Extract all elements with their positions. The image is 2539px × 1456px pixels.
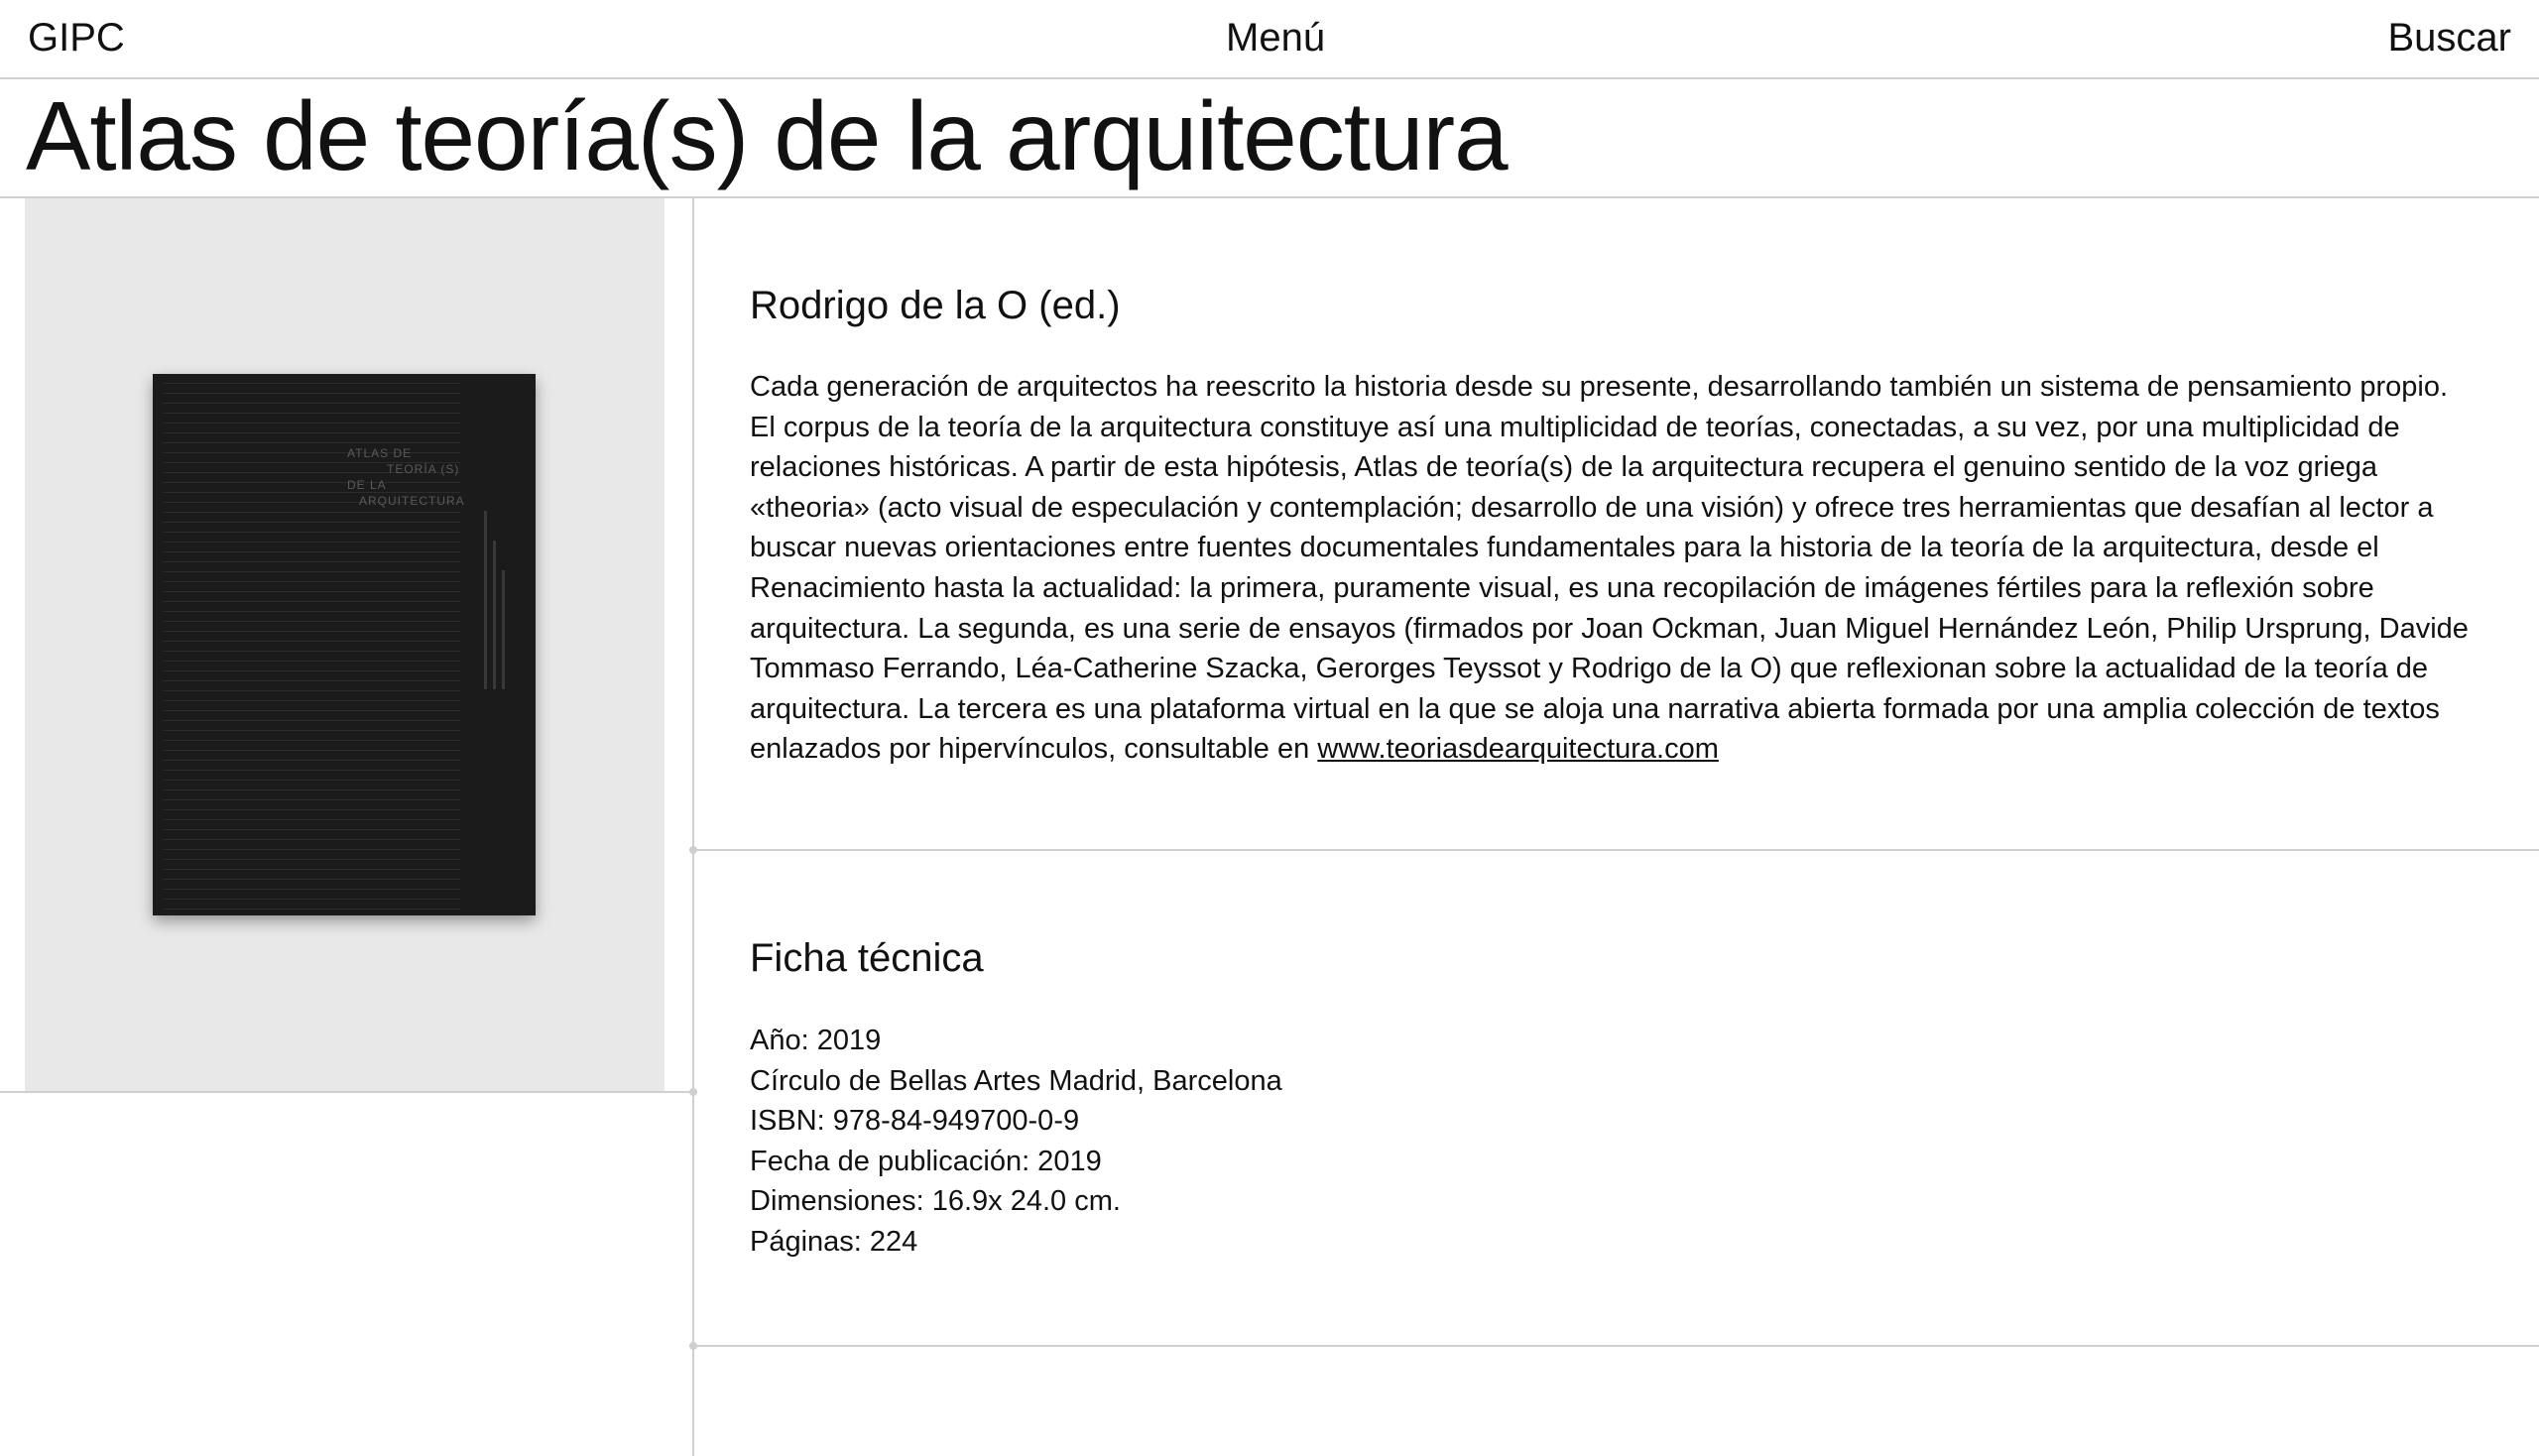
website-link[interactable]: www.teoriasdearquitectura.com (1317, 733, 1719, 765)
spec-publication-date: Fecha de publicación: 2019 (750, 1145, 1102, 1177)
site-logo-link[interactable]: GIPC (28, 14, 125, 61)
page-title: Atlas de teoría(s) de la arquitectura (26, 81, 1509, 190)
book-author: Rodrigo de la O (ed.) (750, 284, 1121, 327)
cover-title-line: TEORÍA (S) (387, 462, 460, 476)
spec-list: Año: 2019 Círculo de Bellas Artes Madrid… (750, 1021, 1282, 1263)
spec-dimensions: Dimensiones: 16.9x 24.0 cm. (750, 1185, 1121, 1218)
spec-year: Año: 2019 (750, 1025, 882, 1056)
spec-publisher: Círculo de Bellas Artes Madrid, Barcelon… (750, 1064, 1282, 1097)
cover-title-line: DE LA (347, 478, 387, 492)
ficha-tecnica-title: Ficha técnica (750, 936, 984, 980)
search-button[interactable]: Buscar (2388, 14, 2512, 61)
cover-title: ATLAS DE TEORÍA (S) DE LA ARQUITECTURA (347, 445, 466, 509)
header-divider (0, 77, 2539, 79)
book-description: Cada generación de arquitectos ha reescr… (750, 367, 2476, 770)
ficha-divider (692, 1345, 2539, 1347)
grid-node (689, 1088, 697, 1096)
grid-node (689, 846, 697, 854)
column-divider (692, 198, 694, 1456)
cover-vertical-text (478, 491, 518, 689)
cover-title-line: ARQUITECTURA (359, 494, 465, 508)
book-cover-panel: ATLAS DE TEORÍA (S) DE LA ARQUITECTURA (25, 198, 665, 1091)
menu-button[interactable]: Menú (1226, 14, 1325, 61)
description-text: Cada generación de arquitectos ha reescr… (750, 371, 2469, 766)
cover-bottom-divider (0, 1091, 692, 1093)
spec-isbn: ISBN: 978-84-949700-0-9 (750, 1105, 1080, 1138)
top-navigation: GIPC Menú Buscar (0, 0, 2539, 77)
book-cover-image: ATLAS DE TEORÍA (S) DE LA ARQUITECTURA (153, 374, 536, 915)
cover-title-line: ATLAS DE (347, 446, 413, 460)
grid-node (689, 1342, 697, 1350)
description-divider (692, 849, 2539, 851)
spec-pages: Páginas: 224 (750, 1225, 918, 1258)
